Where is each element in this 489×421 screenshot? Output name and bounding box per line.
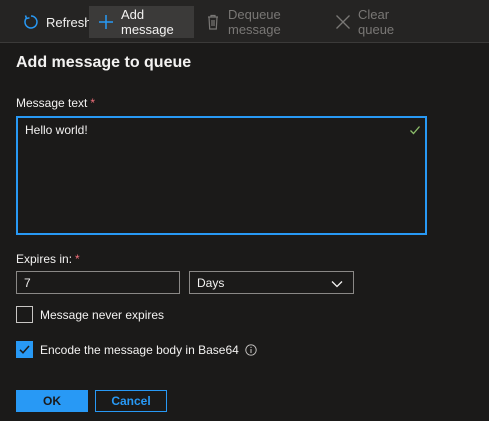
refresh-button[interactable]: Refresh xyxy=(14,6,92,38)
info-icon[interactable] xyxy=(245,343,257,356)
clear-queue-button[interactable]: Clear queue xyxy=(326,6,422,38)
ok-button[interactable]: OK xyxy=(16,390,88,412)
refresh-icon xyxy=(22,13,40,31)
clear-queue-label: Clear queue xyxy=(358,7,395,37)
expires-value: 7 xyxy=(24,275,31,290)
dequeue-message-label: Dequeue message xyxy=(228,7,281,37)
toolbar: Refresh Add message Dequeue message Clea… xyxy=(0,0,489,43)
encode-base64-option: Encode the message body in Base64 xyxy=(16,341,257,358)
required-marker: * xyxy=(90,96,96,110)
message-text-label: Message text * xyxy=(16,96,95,110)
dequeue-message-button[interactable]: Dequeue message xyxy=(196,6,326,38)
trash-icon xyxy=(204,13,222,31)
expires-value-input[interactable]: 7 xyxy=(16,271,180,294)
panel-title: Add message to queue xyxy=(16,54,192,71)
refresh-label: Refresh xyxy=(46,14,92,30)
expires-label-text: Expires in: xyxy=(16,252,73,266)
chevron-down-icon xyxy=(331,278,343,288)
close-icon xyxy=(334,13,352,31)
expires-unit-value: Days xyxy=(197,275,225,290)
add-message-label: Add message xyxy=(121,7,174,37)
message-text-label-text: Message text xyxy=(16,96,88,110)
never-expires-label: Message never expires xyxy=(40,307,165,322)
message-text-input[interactable]: Hello world! xyxy=(16,116,427,235)
expires-unit-dropdown[interactable]: Days xyxy=(189,271,354,294)
checkmark-icon xyxy=(19,345,30,354)
never-expires-checkbox[interactable] xyxy=(16,306,33,323)
add-message-button[interactable]: Add message xyxy=(89,6,194,38)
encode-base64-checkbox[interactable] xyxy=(16,341,33,358)
encode-base64-label: Encode the message body in Base64 xyxy=(40,342,239,357)
plus-icon xyxy=(97,13,115,31)
required-marker: * xyxy=(75,252,80,266)
message-text-value: Hello world! xyxy=(25,123,88,137)
checkmark-icon xyxy=(409,123,421,135)
cancel-button[interactable]: Cancel xyxy=(95,390,167,412)
expires-label: Expires in: * xyxy=(16,252,80,266)
never-expires-option: Message never expires xyxy=(16,306,164,323)
